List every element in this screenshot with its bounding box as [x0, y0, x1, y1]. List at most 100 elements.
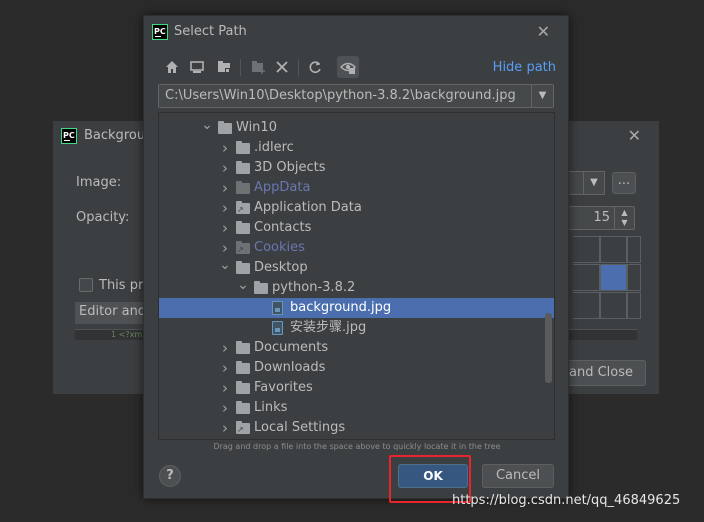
scrollbar-thumb[interactable]	[545, 313, 552, 383]
folder-icon	[236, 221, 250, 234]
dialog-title: Select Path	[174, 24, 247, 39]
folder-icon	[236, 420, 250, 439]
tree-folder-row[interactable]: › Favorites	[159, 378, 554, 398]
spinner-arrows-icon[interactable]: ▲ ▼	[614, 207, 634, 229]
chevron-right-icon[interactable]: ›	[219, 198, 231, 218]
placement-grid[interactable]	[573, 236, 641, 323]
ok-button[interactable]: OK	[398, 464, 468, 488]
tree-item-label: Favorites	[254, 380, 313, 395]
save-and-close-button[interactable]: and Close	[558, 360, 646, 386]
tree-folder-row[interactable]: › 3D Objects	[159, 158, 554, 178]
chevron-right-icon[interactable]: ›	[219, 138, 231, 158]
folder-icon	[236, 141, 250, 154]
opacity-label: Opacity:	[76, 210, 130, 225]
tree-item-label: Downloads	[254, 360, 326, 375]
tree-folder-row[interactable]: ⌄ python-3.8.2	[159, 275, 554, 298]
apply-checkbox[interactable]	[79, 278, 93, 292]
grid-cell[interactable]	[573, 236, 600, 263]
chevron-right-icon[interactable]: ›	[219, 358, 231, 378]
chevron-right-icon[interactable]: ›	[219, 418, 231, 438]
folder-icon	[236, 341, 250, 354]
tree-item-label: AppData	[254, 180, 311, 195]
tree-item-label: Local Settings	[254, 420, 346, 435]
chevron-down-icon[interactable]: ⌄	[237, 275, 249, 295]
chevron-down-icon[interactable]: ⌄	[219, 255, 231, 275]
pycharm-logo-icon: PC	[152, 24, 168, 40]
grid-cell[interactable]	[627, 236, 641, 263]
chevron-right-icon[interactable]: ›	[219, 378, 231, 398]
tree-folder-row[interactable]: ⌄ Win10	[159, 115, 554, 138]
chevron-down-icon[interactable]: ▼	[583, 171, 605, 195]
tree-item-label: .idlerc	[254, 140, 294, 155]
folder-icon	[236, 261, 250, 274]
tree-file-row[interactable]: 安装步骤.jpg	[159, 318, 554, 338]
chevron-right-icon[interactable]: ›	[219, 218, 231, 238]
drag-hint-text: Drag and drop a file into the space abov…	[213, 442, 501, 451]
chevron-right-icon[interactable]: ›	[219, 438, 231, 439]
tree-folder-row[interactable]: › AppData	[159, 178, 554, 198]
new-folder-icon[interactable]	[247, 56, 269, 78]
opacity-spinner[interactable]: 15 ▲ ▼	[568, 206, 635, 230]
pycharm-logo-icon: PC	[61, 128, 77, 144]
grid-cell[interactable]	[600, 292, 627, 319]
image-label: Image:	[76, 175, 122, 190]
grid-cell[interactable]	[627, 292, 641, 319]
folder-icon	[236, 381, 250, 394]
toolbar-divider	[240, 59, 241, 76]
grid-cell[interactable]	[573, 292, 600, 319]
select-path-dialog: PC Select Path ✕ Hide path C:\Users\Win1…	[143, 15, 569, 503]
folder-icon	[236, 181, 250, 194]
grid-cell-selected[interactable]	[600, 264, 627, 291]
hide-path-link[interactable]: Hide path	[493, 60, 556, 75]
chevron-down-icon[interactable]: ⌄	[201, 115, 213, 135]
tree-item-label: 安装步骤.jpg	[290, 320, 367, 335]
refresh-icon[interactable]	[304, 56, 326, 78]
tree-file-row[interactable]: background.jpg	[159, 298, 554, 318]
show-hidden-icon[interactable]	[337, 56, 359, 78]
chevron-right-icon[interactable]: ›	[219, 338, 231, 358]
project-folder-icon[interactable]	[213, 56, 235, 78]
grid-cell[interactable]	[627, 264, 641, 291]
tree-folder-row[interactable]: › Local Settings	[159, 418, 554, 439]
path-input[interactable]: C:\Users\Win10\Desktop\python-3.8.2\back…	[165, 88, 516, 103]
tree-item-label: background.jpg	[290, 300, 392, 315]
chevron-right-icon[interactable]: ›	[219, 178, 231, 198]
browse-button[interactable]: ...	[612, 172, 636, 194]
folder-icon	[218, 121, 232, 134]
chevron-down-icon[interactable]: ▼	[531, 85, 553, 107]
tree-item-label: Application Data	[254, 200, 362, 215]
folder-icon	[236, 361, 250, 374]
chevron-right-icon[interactable]: ›	[219, 158, 231, 178]
path-combo[interactable]: C:\Users\Win10\Desktop\python-3.8.2\back…	[158, 84, 554, 108]
tree-item-label: Links	[254, 400, 288, 415]
home-icon[interactable]	[161, 56, 183, 78]
file-chooser-toolbar	[158, 56, 458, 80]
file-tree[interactable]: ⌄ Win10 › .idlerc › 3D Objects › AppData › Applic…	[158, 112, 555, 440]
close-icon[interactable]: ✕	[537, 22, 550, 41]
background-dialog-close-icon[interactable]: ✕	[628, 126, 641, 145]
tree-item-label: Documents	[254, 340, 329, 355]
tree-folder-row[interactable]: › Downloads	[159, 358, 554, 378]
tree-folder-row[interactable]: › Application Data	[159, 198, 554, 220]
tree-folder-row[interactable]: › Documents	[159, 338, 554, 358]
desktop-icon[interactable]	[186, 56, 208, 78]
tree-folder-row[interactable]: › Contacts	[159, 218, 554, 238]
folder-icon	[236, 161, 250, 174]
tree-item-label: Contacts	[254, 220, 312, 235]
tree-item-label: Cookies	[254, 240, 305, 255]
tree-folder-row[interactable]: ›	[159, 438, 554, 439]
preview-code-line: 1 <?xm	[111, 330, 143, 339]
delete-icon[interactable]	[271, 56, 293, 78]
tree-item-label: 3D Objects	[254, 160, 326, 175]
grid-cell[interactable]	[573, 264, 600, 291]
cancel-button[interactable]: Cancel	[482, 464, 554, 488]
grid-cell[interactable]	[600, 236, 627, 263]
tree-folder-row[interactable]: › Links	[159, 398, 554, 418]
tree-folder-row[interactable]: › .idlerc	[159, 138, 554, 158]
help-button[interactable]: ?	[159, 465, 181, 487]
folder-icon	[236, 200, 250, 220]
opacity-value: 15	[593, 210, 610, 225]
chevron-right-icon[interactable]: ›	[219, 398, 231, 418]
toolbar-divider	[298, 59, 299, 76]
tree-folder-row[interactable]: ⌄ Desktop	[159, 255, 554, 278]
